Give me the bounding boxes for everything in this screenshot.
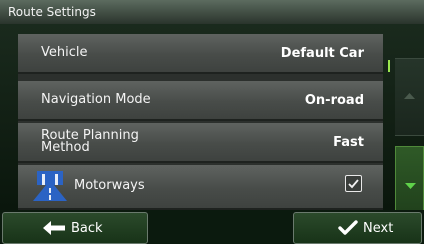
settings-list: Vehicle Default Car Navigation Mode On-r… — [18, 34, 383, 210]
scroll-indicator — [388, 60, 390, 72]
checkmark-icon — [338, 220, 358, 235]
setting-label: Motorways — [74, 178, 145, 193]
back-button[interactable]: Back — [2, 212, 148, 244]
setting-value: Fast — [333, 134, 364, 150]
motorway-icon — [33, 171, 67, 201]
setting-row-route-planning-method[interactable]: Route Planning Method Fast — [18, 123, 383, 163]
checkmark-icon — [348, 179, 359, 189]
triangle-up-icon — [404, 93, 415, 99]
setting-value: On-road — [304, 92, 364, 108]
page-title: Route Settings — [8, 5, 96, 19]
setting-row-navigation-mode[interactable]: Navigation Mode On-road — [18, 81, 383, 121]
setting-label: Route Planning Method — [41, 128, 139, 155]
arrow-left-icon — [43, 221, 65, 235]
bottom-bar: Back Next — [0, 210, 424, 244]
back-label: Back — [71, 220, 103, 236]
next-button[interactable]: Next — [293, 212, 422, 244]
setting-value: Default Car — [280, 45, 364, 61]
next-label: Next — [363, 220, 394, 236]
settings-panel: Vehicle Default Car Navigation Mode On-r… — [0, 24, 424, 224]
title-bar: Route Settings — [0, 0, 424, 24]
triangle-down-icon — [405, 183, 416, 189]
setting-row-vehicle[interactable]: Vehicle Default Car — [18, 34, 383, 74]
scroll-up-button[interactable] — [395, 58, 424, 136]
motorways-checkbox[interactable] — [345, 175, 362, 192]
setting-label: Vehicle — [41, 45, 88, 60]
setting-row-motorways[interactable]: Motorways — [18, 165, 383, 210]
setting-label: Navigation Mode — [41, 92, 151, 107]
